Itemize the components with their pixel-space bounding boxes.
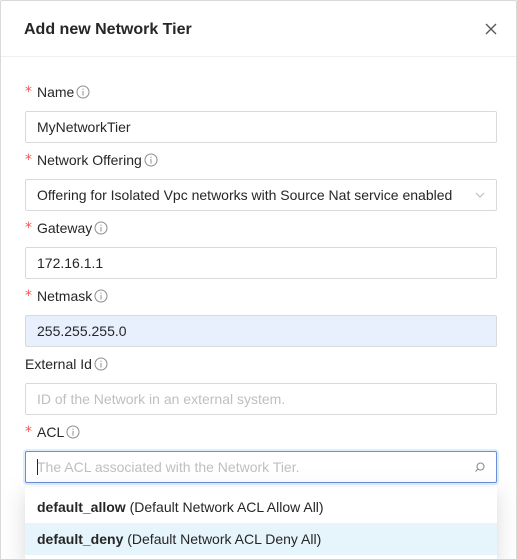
acl-label-text: ACL [37,424,65,440]
option-description: (Default Network ACL Deny All) [127,531,322,547]
required-mark: * [25,84,32,100]
netmask-label: * Netmask [25,286,108,306]
gateway-input[interactable]: 172.16.1.1 [25,247,497,279]
name-input[interactable]: MyNetworkTier [25,111,497,143]
network-offering-value: Offering for Isolated Vpc networks with … [37,187,453,203]
acl-dropdown: default_allow (Default Network ACL Allow… [25,487,497,559]
info-circle-icon[interactable] [66,425,80,439]
option-name: default_allow [37,499,126,515]
external-id-label: External Id [25,354,108,374]
chevron-down-icon [475,192,485,198]
modal-title: Add new Network Tier [24,21,192,38]
acl-option-default-allow[interactable]: default_allow (Default Network ACL Allow… [25,491,497,523]
acl-placeholder: The ACL associated with the Network Tier… [37,459,300,475]
option-description: (Default Network ACL Allow All) [129,499,324,515]
search-icon [475,462,485,472]
info-circle-icon[interactable] [76,85,90,99]
info-circle-icon[interactable] [144,153,158,167]
external-id-input[interactable]: ID of the Network in an external system. [25,383,497,415]
info-circle-icon[interactable] [94,221,108,235]
required-mark: * [25,424,32,440]
gateway-label-text: Gateway [37,220,93,236]
network-offering-select[interactable]: Offering for Isolated Vpc networks with … [25,179,497,211]
acl-option-default-deny[interactable]: default_deny (Default Network ACL Deny A… [25,523,497,555]
close-icon[interactable] [483,21,499,37]
name-label: * Name [25,82,90,102]
text-cursor [37,459,38,475]
netmask-input[interactable]: 255.255.255.0 [25,315,497,347]
modal-header: Add new Network Tier [1,1,516,57]
add-network-tier-dialog: Add new Network Tier * Name MyNetworkTie… [0,0,517,559]
acl-select[interactable]: The ACL associated with the Network Tier… [25,451,497,483]
external-id-label-text: External Id [25,356,92,372]
netmask-label-text: Netmask [37,288,93,304]
acl-label: * ACL [25,422,80,442]
name-label-text: Name [37,84,75,100]
option-name: default_deny [37,531,124,547]
required-mark: * [25,220,32,236]
required-mark: * [25,288,32,304]
info-circle-icon[interactable] [94,289,108,303]
network-offering-label: * Network Offering [25,150,158,170]
network-offering-label-text: Network Offering [37,152,142,168]
required-mark: * [25,152,32,168]
info-circle-icon[interactable] [94,357,108,371]
gateway-label: * Gateway [25,218,108,238]
